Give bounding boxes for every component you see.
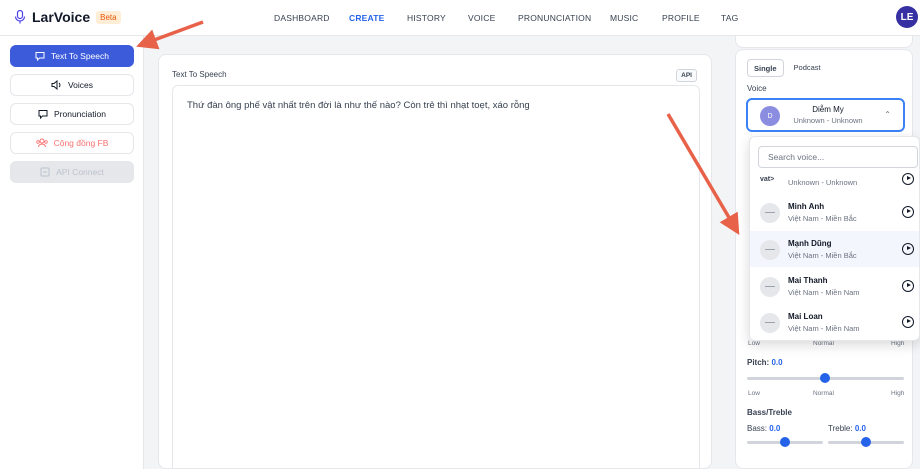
voice-dropdown: Search voice... vat> Unknown - Unknown M… <box>749 136 920 341</box>
top-header: LarVoice Beta DASHBOARD CREATE HISTORY V… <box>0 0 920 36</box>
play-icon[interactable] <box>902 173 914 185</box>
treble-slider-thumb[interactable] <box>861 437 871 447</box>
pitch-value: 0.0 <box>771 358 783 367</box>
list-item-partial[interactable]: vat> Unknown - Unknown <box>750 171 919 193</box>
nav-create[interactable]: CREATE <box>349 13 385 23</box>
sidebar-item-label: Text To Speech <box>51 51 109 61</box>
nav-profile[interactable]: PROFILE <box>662 13 700 23</box>
text-input[interactable]: Thứ đàn ông phế vật nhất trên đời là như… <box>172 85 700 469</box>
voice-item-region: Việt Nam - Miền Bắc <box>788 251 857 260</box>
speaker-icon <box>51 80 61 90</box>
list-item[interactable]: Mai Loan Việt Nam - Miền Nam <box>750 304 919 340</box>
nav-dashboard[interactable]: DASHBOARD <box>274 13 330 23</box>
pitch-high-label: High <box>891 390 905 397</box>
pitch-low-label: Low <box>748 390 760 397</box>
sidebar: Text To Speech Voices Pronunciation Cộng… <box>0 36 144 469</box>
voice-search-input[interactable]: Search voice... <box>758 146 918 168</box>
text-input-content: Thứ đàn ông phế vật nhất trên đời là như… <box>187 100 530 111</box>
message-icon <box>38 110 48 119</box>
sidebar-item-facebook-community[interactable]: Cộng đồng FB <box>10 132 134 154</box>
top-card-fragment <box>735 36 913 48</box>
sidebar-item-api-connect[interactable]: API Connect <box>10 161 134 183</box>
sidebar-item-pronunciation[interactable]: Pronunciation <box>10 103 134 125</box>
voice-select[interactable]: D Diễm My Unknown - Unknown ⌃ <box>746 98 905 132</box>
voice-item-name: Mai Loan <box>788 312 823 321</box>
treble-label: Treble: 0.0 <box>828 424 866 433</box>
sidebar-item-label: API Connect <box>56 167 104 177</box>
chevron-up-icon: ⌃ <box>884 110 891 119</box>
voice-item-region: Việt Nam - Miền Bắc <box>788 214 857 223</box>
speed-low-label: Low <box>748 340 760 347</box>
list-item[interactable]: Mai Thanh Việt Nam - Miền Nam <box>750 268 919 304</box>
sidebar-item-label: Cộng đồng FB <box>53 138 109 148</box>
bass-label: Bass: 0.0 <box>747 424 780 433</box>
voice-item-name: Mai Thanh <box>788 276 828 285</box>
treble-value: 0.0 <box>854 424 866 433</box>
speed-high-label: High <box>891 340 905 347</box>
pitch-slider-thumb[interactable] <box>820 373 830 383</box>
nav-tag[interactable]: TAG <box>721 13 738 23</box>
nav-music[interactable]: MUSIC <box>610 13 638 23</box>
voice-provider-logo: vat> <box>760 176 775 183</box>
sidebar-item-voices[interactable]: Voices <box>10 74 134 96</box>
play-icon[interactable] <box>902 243 914 255</box>
sidebar-item-label: Pronunciation <box>54 109 106 119</box>
sidebar-item-text-to-speech[interactable]: Text To Speech <box>10 45 134 67</box>
bass-label-text: Bass: <box>747 424 768 433</box>
voice-item-name: Minh Anh <box>788 202 825 211</box>
api-icon <box>40 167 50 177</box>
play-icon[interactable] <box>902 316 914 328</box>
message-icon <box>35 52 45 61</box>
api-button[interactable]: API <box>676 69 697 82</box>
list-item[interactable]: Minh Anh Việt Nam - Miền Bắc <box>750 194 919 230</box>
bass-value: 0.0 <box>769 424 781 433</box>
sidebar-item-label: Voices <box>67 80 94 90</box>
voice-item-region: Việt Nam - Miền Nam <box>788 324 860 333</box>
nav-voice[interactable]: VOICE <box>468 13 495 23</box>
list-item[interactable]: Mạnh Dũng Việt Nam - Miền Bắc <box>750 231 919 267</box>
voice-label: Voice <box>747 84 767 93</box>
mode-single[interactable]: Single <box>747 59 784 77</box>
voice-avatar <box>760 313 780 333</box>
play-icon[interactable] <box>902 280 914 292</box>
play-icon[interactable] <box>902 206 914 218</box>
bass-slider-thumb[interactable] <box>780 437 790 447</box>
speed-normal-label: Normal <box>813 340 834 347</box>
treble-label-text: Treble: <box>828 424 853 433</box>
main-nav: DASHBOARD CREATE HISTORY VOICE PRONUNCIA… <box>0 13 920 25</box>
voice-item-region: Unknown - Unknown <box>788 178 858 187</box>
nav-history[interactable]: HISTORY <box>407 13 446 23</box>
editor-title: Text To Speech <box>172 70 227 79</box>
bass-treble-label: Bass/Treble <box>747 408 792 417</box>
editor-panel: Text To Speech API Thứ đàn ông phế vật n… <box>158 54 712 469</box>
voice-item-name: Mạnh Dũng <box>788 239 832 248</box>
users-icon <box>35 138 48 148</box>
user-avatar[interactable]: LE <box>896 6 918 28</box>
nav-pronunciation[interactable]: PRONUNCIATION <box>518 13 591 23</box>
pitch-label: Pitch: 0.0 <box>747 358 783 367</box>
voice-avatar <box>760 203 780 223</box>
mode-toggle: Single Podcast <box>747 59 827 77</box>
voice-avatar <box>760 240 780 260</box>
voice-avatar <box>760 277 780 297</box>
pitch-normal-label: Normal <box>813 390 834 397</box>
voice-item-region: Việt Nam - Miền Nam <box>788 288 860 297</box>
mode-podcast[interactable]: Podcast <box>788 59 827 77</box>
pitch-label-text: Pitch: <box>747 358 770 367</box>
